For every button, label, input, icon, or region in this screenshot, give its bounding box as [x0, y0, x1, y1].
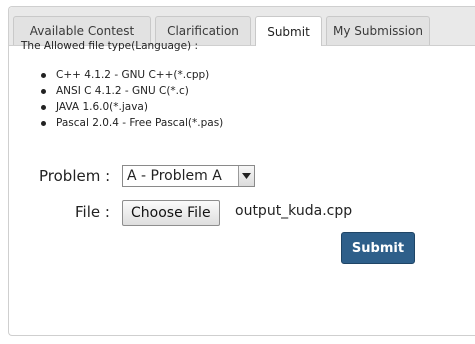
tab-label: My Submission	[333, 24, 423, 38]
tab-label: Clarification	[167, 24, 239, 38]
submit-panel: Available Contest Clarification Submit M…	[8, 6, 475, 336]
file-label: File :	[75, 203, 110, 221]
problem-select[interactable]: A - Problem A	[122, 165, 255, 187]
tab-label: Submit	[267, 24, 310, 39]
list-item: ANSI C 4.1.2 - GNU C(*.c)	[39, 83, 223, 99]
list-item: Pascal 2.0.4 - Free Pascal(*.pas)	[39, 115, 223, 131]
tab-submit[interactable]: Submit	[255, 16, 322, 46]
tab-label: Available Contest	[29, 24, 135, 38]
problem-label: Problem :	[39, 167, 111, 185]
list-item: C++ 4.1.2 - GNU C++(*.cpp)	[39, 67, 223, 83]
tab-my-submission[interactable]: My Submission	[326, 16, 430, 45]
allowed-types-heading: The Allowed file type(Language) :	[21, 40, 199, 52]
choose-file-button[interactable]: Choose File	[122, 200, 220, 226]
problem-select-value: A - Problem A	[127, 168, 222, 184]
list-item: JAVA 1.6.0(*.java)	[39, 99, 223, 115]
selected-file-name: output_kuda.cpp	[235, 203, 353, 219]
submit-button[interactable]: Submit	[341, 232, 415, 264]
chevron-down-icon[interactable]	[238, 166, 254, 186]
language-list: C++ 4.1.2 - GNU C++(*.cpp) ANSI C 4.1.2 …	[39, 67, 223, 131]
